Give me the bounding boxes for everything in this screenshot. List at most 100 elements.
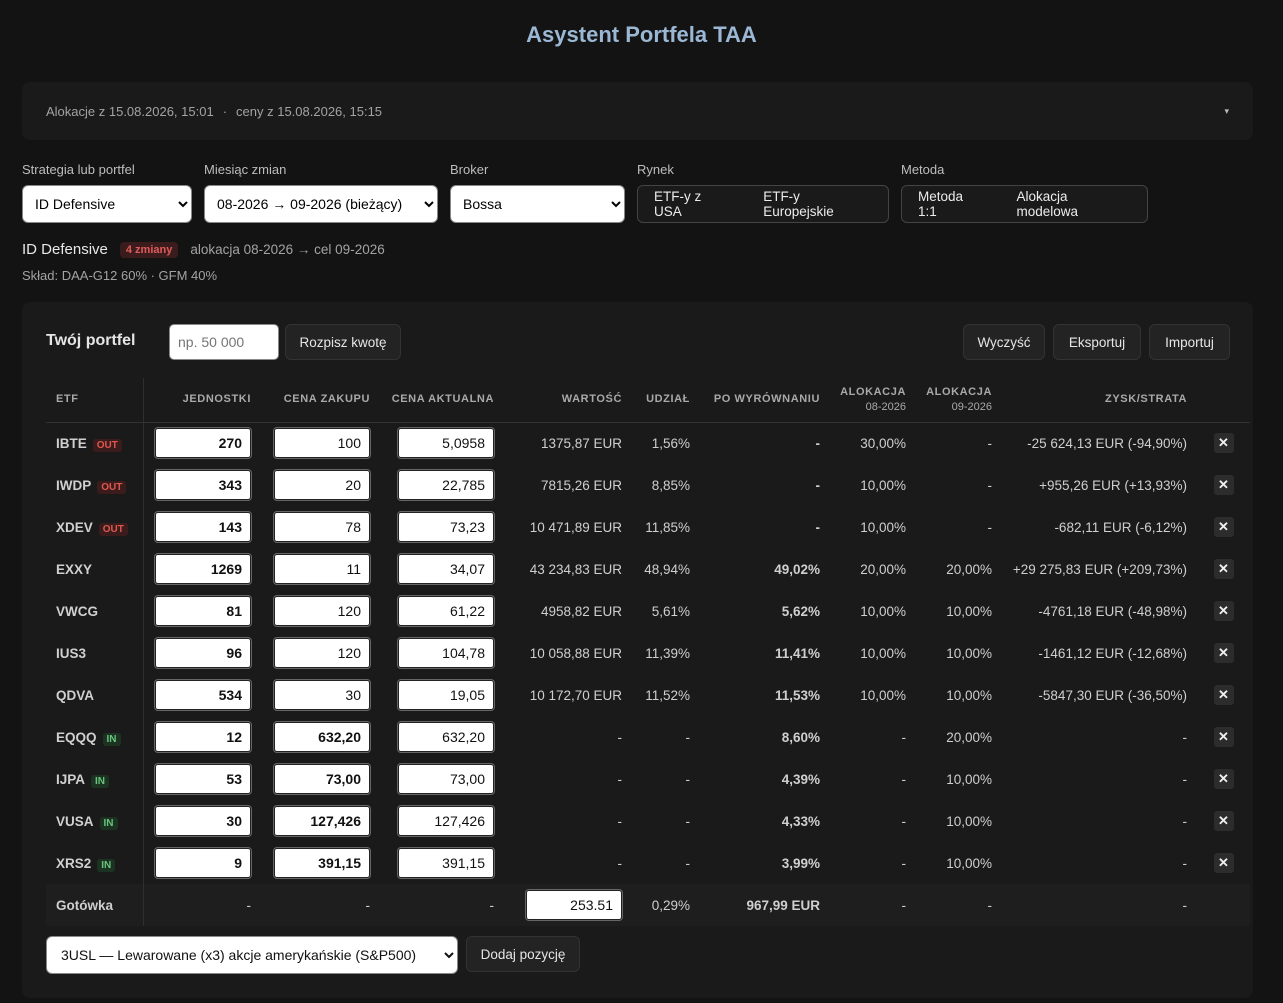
buy-price-input[interactable]: 632,20 bbox=[273, 721, 371, 753]
method-option-model[interactable]: Alokacja modelowa bbox=[1001, 189, 1148, 219]
remove-row-icon[interactable]: ✕ bbox=[1213, 517, 1234, 537]
units-input[interactable]: 1269 bbox=[154, 553, 252, 585]
actions-cell: ✕ bbox=[1197, 506, 1250, 548]
broker-select[interactable]: Bossa bbox=[450, 185, 625, 223]
month-select[interactable]: 08-2026 → 09-2026 (bieżący) bbox=[204, 185, 438, 223]
current-price-input[interactable]: 391,15 bbox=[397, 847, 495, 879]
market-toggle: ETF-y z USA ETF-y Europejskie bbox=[637, 185, 889, 223]
buy-price-input[interactable]: 20 bbox=[273, 469, 371, 501]
alloc-prev-cell: 10,00% bbox=[860, 645, 906, 661]
units-input[interactable]: 343 bbox=[154, 469, 252, 501]
profit-loss-cell: -25 624,13 EUR (-94,90%) bbox=[1027, 435, 1187, 451]
buy-price-input[interactable]: 78 bbox=[273, 511, 371, 543]
alloc-prev-cell: 10,00% bbox=[860, 603, 906, 619]
profit-loss-cell: - bbox=[1182, 771, 1188, 787]
current-price-cell: 73,23 bbox=[380, 506, 504, 548]
cash-value-input[interactable]: 253.51 bbox=[525, 889, 623, 921]
col-alloc-prev-label: ALOKACJA bbox=[840, 385, 906, 398]
buy-price-input[interactable]: 391,15 bbox=[273, 847, 371, 879]
clear-button[interactable]: Wyczyść bbox=[963, 324, 1045, 360]
current-price-input[interactable]: 5,0958 bbox=[397, 427, 495, 460]
method-option-1to1[interactable]: Metoda 1:1 bbox=[902, 189, 1001, 219]
units-input[interactable]: 9 bbox=[154, 847, 252, 879]
after-rebalance-cell: 3,99% bbox=[781, 855, 820, 871]
add-position-button[interactable]: Dodaj pozycję bbox=[466, 936, 580, 972]
share-cell: 8,85% bbox=[651, 477, 690, 493]
allocations-timestamp: Alokacje z 15.08.2026, 15:01 bbox=[46, 103, 214, 119]
buy-price-input[interactable]: 73,00 bbox=[273, 763, 371, 795]
import-button[interactable]: Importuj bbox=[1149, 324, 1230, 360]
buy-price-input[interactable]: 127,426 bbox=[273, 805, 371, 837]
strategy-period: alokacja 08-2026 → cel 09-2026 bbox=[190, 242, 385, 257]
current-price-input[interactable]: 104,78 bbox=[397, 637, 495, 669]
actions-cell: ✕ bbox=[1197, 674, 1250, 716]
current-price-input[interactable]: 73,23 bbox=[397, 511, 495, 543]
remove-row-icon[interactable]: ✕ bbox=[1213, 727, 1234, 747]
split-amount-button[interactable]: Rozpisz kwotę bbox=[285, 324, 401, 360]
etf-ticker: IJPA bbox=[56, 771, 86, 787]
table-row: EXXY 1269 11 34,07 43 234,83 EUR 48,94% 49,02%… bbox=[46, 548, 1250, 590]
remove-row-icon[interactable]: ✕ bbox=[1213, 433, 1234, 454]
units-input[interactable]: 270 bbox=[154, 427, 252, 460]
current-price-input[interactable]: 22,785 bbox=[397, 469, 495, 501]
current-price-input[interactable]: 73,00 bbox=[397, 763, 495, 795]
buy-price-input[interactable]: 11 bbox=[273, 553, 371, 585]
buy-price-input[interactable]: 120 bbox=[273, 595, 371, 627]
etf-ticker: VWCG bbox=[56, 603, 98, 619]
method-label: Metoda bbox=[901, 162, 945, 177]
units-input[interactable]: 96 bbox=[154, 637, 252, 669]
units-input[interactable]: 143 bbox=[154, 511, 252, 543]
market-option-eu[interactable]: ETF-y Europejskie bbox=[747, 189, 888, 219]
controls-row: Strategia lub portfel ID Defensive Miesi… bbox=[22, 162, 1262, 224]
current-price-input[interactable]: 61,22 bbox=[397, 595, 495, 627]
current-price-input[interactable]: 127,426 bbox=[397, 805, 495, 837]
strategy-select[interactable]: ID Defensive bbox=[22, 185, 192, 223]
strategy-control: Strategia lub portfel ID Defensive bbox=[22, 162, 192, 223]
changes-badge: 4 zmiany bbox=[119, 241, 179, 258]
export-button[interactable]: Eksportuj bbox=[1053, 324, 1141, 360]
profit-loss-cell: +29 275,83 EUR (+209,73%) bbox=[1012, 561, 1187, 577]
units-input[interactable]: 30 bbox=[154, 805, 252, 837]
etf-ticker: QDVA bbox=[56, 687, 95, 703]
remove-row-icon[interactable]: ✕ bbox=[1213, 559, 1234, 579]
units-input[interactable]: 81 bbox=[154, 595, 252, 627]
data-timestamp-bar[interactable]: Alokacje z 15.08.2026, 15:01 · ceny z 15… bbox=[22, 82, 1253, 140]
cash-actions bbox=[1197, 884, 1250, 926]
add-etf-select[interactable]: 3USL — Lewarowane (x3) akcje amerykański… bbox=[46, 936, 458, 974]
remove-row-icon[interactable]: ✕ bbox=[1213, 475, 1234, 495]
current-price-input[interactable]: 34,07 bbox=[397, 553, 495, 585]
remove-row-icon[interactable]: ✕ bbox=[1213, 811, 1234, 831]
current-price-input[interactable]: 19,05 bbox=[397, 679, 495, 711]
etf-ticker: IWDP bbox=[56, 477, 92, 493]
remove-row-icon[interactable]: ✕ bbox=[1213, 769, 1234, 789]
etf-ticker: IUS3 bbox=[56, 645, 87, 661]
buy-price-input[interactable]: 100 bbox=[273, 427, 371, 460]
units-input[interactable]: 534 bbox=[154, 679, 252, 711]
units-input[interactable]: 12 bbox=[154, 721, 252, 753]
units-cell: 12 bbox=[143, 716, 261, 758]
etf-cell: XDEV OUT bbox=[46, 506, 144, 548]
remove-row-icon[interactable]: ✕ bbox=[1213, 643, 1234, 663]
chevron-down-icon[interactable]: ▾ bbox=[1224, 106, 1229, 117]
table-row: VWCG 81 120 61,22 4958,82 EUR 5,61% 5,62% 10,00… bbox=[46, 590, 1250, 632]
amount-input[interactable] bbox=[169, 324, 279, 360]
table-row: EQQQ IN 12 632,20 632,20 - - 8,60% - 20,00% - ✕ bbox=[46, 716, 1250, 758]
market-option-usa[interactable]: ETF-y z USA bbox=[638, 189, 747, 219]
value-cell: 10 058,88 EUR bbox=[529, 645, 622, 661]
buy-price-input[interactable]: 120 bbox=[273, 637, 371, 669]
current-price-cell: 632,20 bbox=[380, 716, 504, 758]
current-price-input[interactable]: 632,20 bbox=[397, 721, 495, 753]
units-input[interactable]: 53 bbox=[154, 763, 252, 795]
etf-ticker: EQQQ bbox=[56, 729, 97, 745]
status-badge: IN bbox=[91, 774, 110, 788]
current-price-cell: 73,00 bbox=[380, 758, 504, 800]
alloc-prev-cell: 10,00% bbox=[860, 687, 906, 703]
table-row: QDVA 534 30 19,05 10 172,70 EUR 11,52% 11,53% 1… bbox=[46, 674, 1250, 716]
etf-ticker: XDEV bbox=[56, 519, 93, 535]
share-cell: 11,39% bbox=[645, 645, 690, 661]
remove-row-icon[interactable]: ✕ bbox=[1213, 601, 1234, 621]
remove-row-icon[interactable]: ✕ bbox=[1213, 685, 1234, 705]
remove-row-icon[interactable]: ✕ bbox=[1213, 853, 1234, 873]
cash-row: Gotówka - - - 253.51 0,29% 967,99 EUR - … bbox=[46, 884, 1250, 926]
buy-price-input[interactable]: 30 bbox=[273, 679, 371, 711]
